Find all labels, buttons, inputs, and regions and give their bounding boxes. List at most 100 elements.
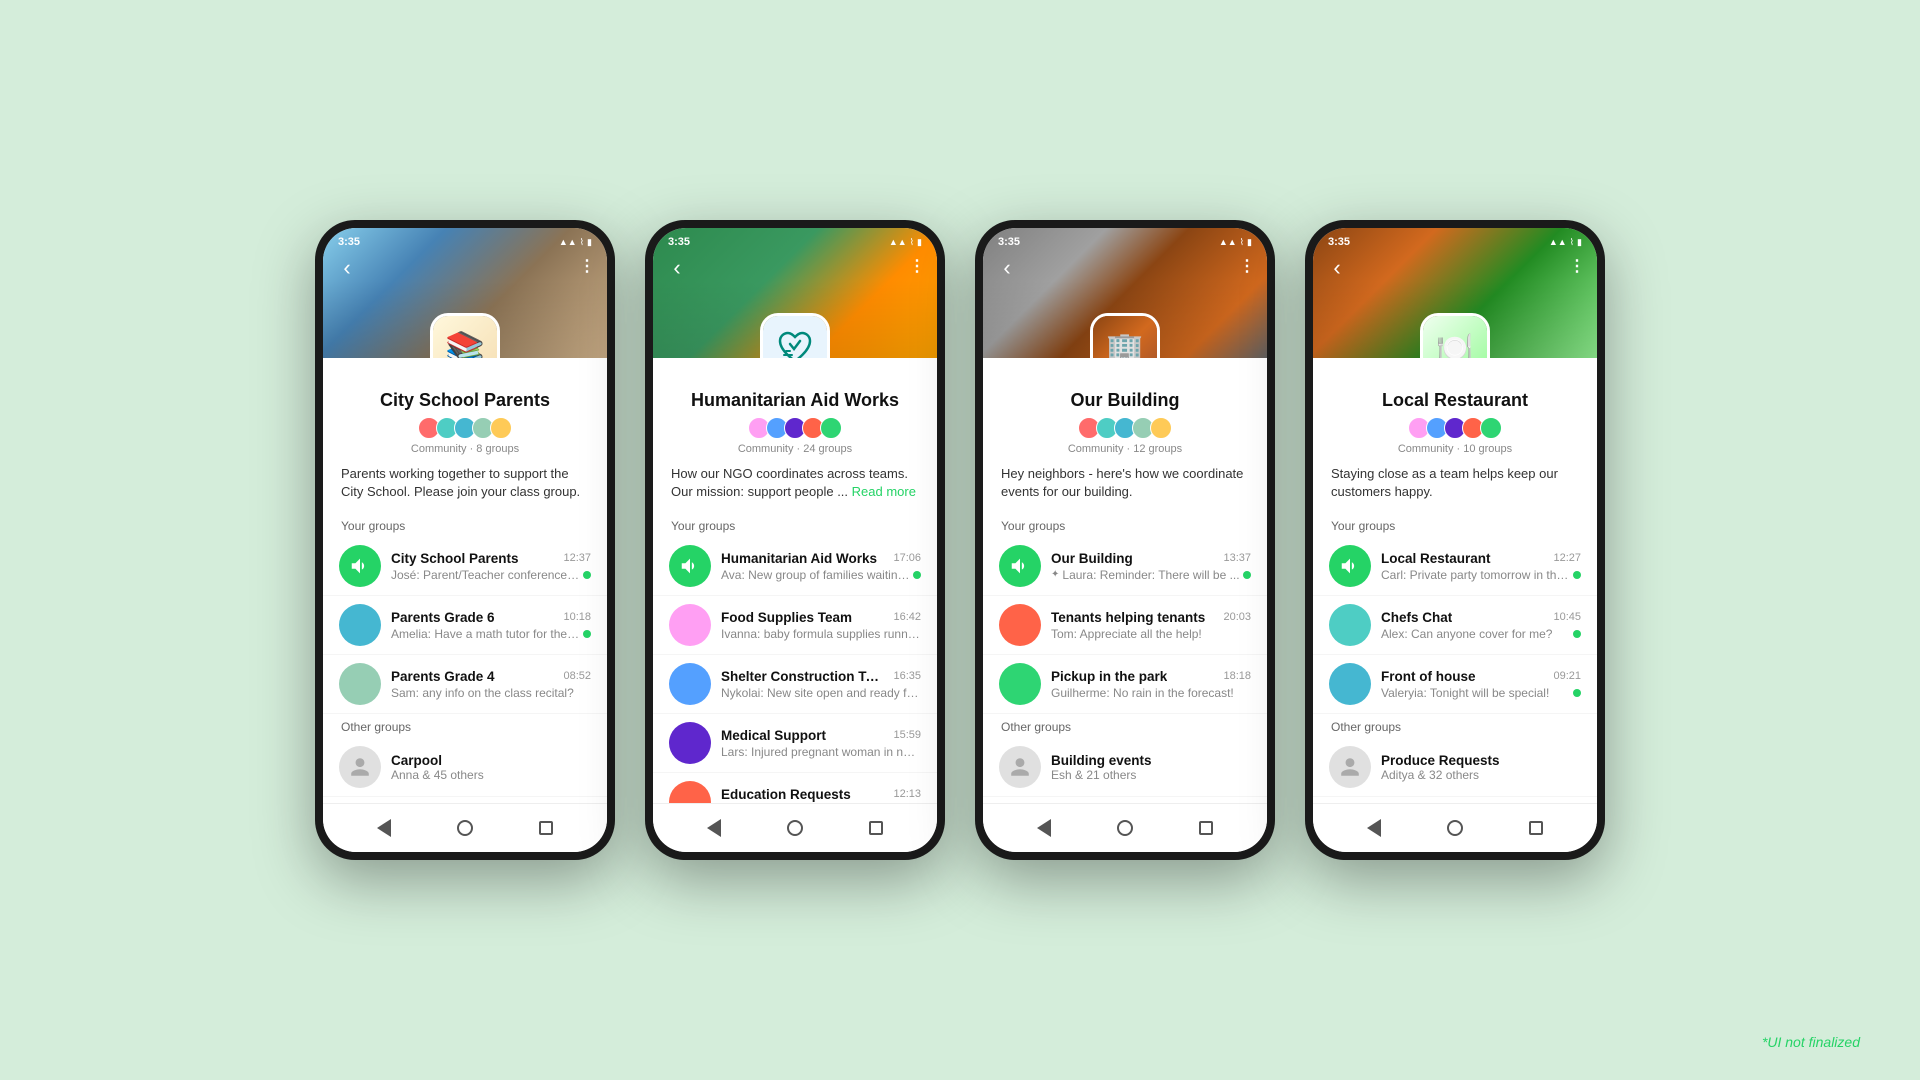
chat-name: Our Building xyxy=(1051,551,1133,566)
status-bar: 3:35 ▲▲ ⌇ ▮ xyxy=(668,236,922,248)
status-icons: ▲▲ ⌇ ▮ xyxy=(1549,237,1582,248)
home-nav-button[interactable] xyxy=(1111,814,1139,842)
chat-time: 17:06 xyxy=(893,552,921,564)
chat-avatar xyxy=(339,663,381,705)
chat-preview: Tom: Appreciate all the help! xyxy=(1051,627,1251,641)
back-nav-button[interactable] xyxy=(370,814,398,842)
other-group-name: Carpool xyxy=(391,753,551,768)
chat-item-1[interactable]: Tenants helping tenants 20:03 Tom: Appre… xyxy=(983,596,1267,655)
other-group-info: Building events Esh & 21 others xyxy=(1051,753,1251,782)
home-nav-button[interactable] xyxy=(451,814,479,842)
chat-item-2[interactable]: Shelter Construction Team 16:35 Nykolai:… xyxy=(653,655,937,714)
disclaimer-text: *UI not finalized xyxy=(1762,1034,1860,1050)
back-nav-icon xyxy=(1367,819,1381,837)
other-groups-label: Other groups xyxy=(323,714,607,738)
chat-item-1[interactable]: Food Supplies Team 16:42 Ivanna: baby fo… xyxy=(653,596,937,655)
chat-avatar xyxy=(999,663,1041,705)
back-button[interactable] xyxy=(665,256,689,280)
chat-avatar xyxy=(999,604,1041,646)
preview-text: Carl: Private party tomorrow in the ... xyxy=(1381,568,1570,582)
status-time: 3:35 xyxy=(668,236,690,248)
read-more-link[interactable]: Read more xyxy=(852,484,916,499)
your-groups-label: Your groups xyxy=(983,513,1267,537)
chat-name: Food Supplies Team xyxy=(721,610,852,625)
community-meta: Community · 12 groups xyxy=(983,443,1267,455)
other-group-item-0[interactable]: Produce Requests Aditya & 32 others xyxy=(1313,738,1597,797)
other-group-info: Carpool Anna & 45 others xyxy=(391,753,591,782)
chat-item-1[interactable]: Parents Grade 6 10:18 Amelia: Have a mat… xyxy=(323,596,607,655)
chat-avatar xyxy=(669,781,711,803)
your-groups-label: Your groups xyxy=(323,513,607,537)
header-image-our-building: 3:35 ▲▲ ⌇ ▮ ⋮ 🏢 xyxy=(983,228,1267,358)
chat-item-3[interactable]: Medical Support 15:59 Lars: Injured preg… xyxy=(653,714,937,773)
home-nav-icon xyxy=(1447,820,1463,836)
star-icon: ✦ xyxy=(1051,569,1059,580)
recents-nav-button[interactable] xyxy=(1522,814,1550,842)
chat-name-row: Local Restaurant 12:27 xyxy=(1381,551,1581,566)
phone-inner-humanitarian: 3:35 ▲▲ ⌇ ▮ ⋮ xyxy=(653,228,937,852)
other-group-name: Building events xyxy=(1051,753,1211,768)
recents-nav-button[interactable] xyxy=(532,814,560,842)
back-nav-button[interactable] xyxy=(700,814,728,842)
signal-icon: ▲▲ xyxy=(1219,237,1237,247)
status-time: 3:35 xyxy=(998,236,1020,248)
chat-item-0[interactable]: City School Parents 12:37 José: Parent/T… xyxy=(323,537,607,596)
chat-name-row: Medical Support 15:59 xyxy=(721,728,921,743)
chat-preview: José: Parent/Teacher conferences ... xyxy=(391,568,591,582)
chat-item-0[interactable]: Local Restaurant 12:27 Carl: Private par… xyxy=(1313,537,1597,596)
chat-item-1[interactable]: Chefs Chat 10:45 Alex: Can anyone cover … xyxy=(1313,596,1597,655)
home-nav-button[interactable] xyxy=(781,814,809,842)
signal-icon: ▲▲ xyxy=(559,237,577,247)
chat-name-row: Pickup in the park 18:18 xyxy=(1051,669,1251,684)
chat-item-2[interactable]: Parents Grade 4 08:52 Sam: any info on t… xyxy=(323,655,607,714)
home-nav-button[interactable] xyxy=(1441,814,1469,842)
more-button[interactable]: ⋮ xyxy=(1569,256,1585,276)
other-group-avatar xyxy=(999,746,1041,788)
chat-item-4[interactable]: Education Requests 12:13 Anna: Temporary… xyxy=(653,773,937,803)
group-icon-city-school: 📚 xyxy=(430,313,500,358)
other-group-item-0[interactable]: Building events Esh & 21 others xyxy=(983,738,1267,797)
chat-info: Our Building 13:37 ✦ Laura: Reminder: Th… xyxy=(1051,551,1251,582)
back-button[interactable] xyxy=(995,256,1019,280)
chat-name: Chefs Chat xyxy=(1381,610,1452,625)
more-button[interactable]: ⋮ xyxy=(579,256,595,276)
community-description: How our NGO coordinates across teams. Ou… xyxy=(653,465,937,501)
community-meta: Community · 8 groups xyxy=(323,443,607,455)
chat-time: 12:37 xyxy=(563,552,591,564)
phone-our-building: 3:35 ▲▲ ⌇ ▮ ⋮ 🏢 Our Building xyxy=(975,220,1275,860)
chat-preview: Nykolai: New site open and ready for ... xyxy=(721,686,921,700)
recents-nav-icon xyxy=(539,821,553,835)
chat-info: Parents Grade 6 10:18 Amelia: Have a mat… xyxy=(391,610,591,641)
other-group-item-0[interactable]: Carpool Anna & 45 others xyxy=(323,738,607,797)
chat-info: Tenants helping tenants 20:03 Tom: Appre… xyxy=(1051,610,1251,641)
back-nav-button[interactable] xyxy=(1030,814,1058,842)
community-title: Our Building xyxy=(983,390,1267,411)
status-icons: ▲▲ ⌇ ▮ xyxy=(559,237,592,248)
recents-nav-button[interactable] xyxy=(862,814,890,842)
chat-item-0[interactable]: Our Building 13:37 ✦ Laura: Reminder: Th… xyxy=(983,537,1267,596)
chat-avatar xyxy=(669,722,711,764)
community-title: City School Parents xyxy=(323,390,607,411)
chat-name: Medical Support xyxy=(721,728,826,743)
chat-avatar xyxy=(339,604,381,646)
chat-time: 08:52 xyxy=(563,670,591,682)
chat-name-row: Front of house 09:21 xyxy=(1381,669,1581,684)
chat-item-0[interactable]: Humanitarian Aid Works 17:06 Ava: New gr… xyxy=(653,537,937,596)
preview-text: Guilherme: No rain in the forecast! xyxy=(1051,686,1251,700)
chat-item-2[interactable]: Pickup in the park 18:18 Guilherme: No r… xyxy=(983,655,1267,714)
status-icons: ▲▲ ⌇ ▮ xyxy=(1219,237,1252,248)
chat-name-row: Food Supplies Team 16:42 xyxy=(721,610,921,625)
your-groups-label: Your groups xyxy=(653,513,937,537)
recents-nav-button[interactable] xyxy=(1192,814,1220,842)
online-indicator xyxy=(1243,571,1251,579)
back-button[interactable] xyxy=(1325,256,1349,280)
other-group-info: Produce Requests Aditya & 32 others xyxy=(1381,753,1581,782)
more-button[interactable]: ⋮ xyxy=(1239,256,1255,276)
back-button[interactable] xyxy=(335,256,359,280)
group-icon-humanitarian xyxy=(760,313,830,358)
back-nav-button[interactable] xyxy=(1360,814,1388,842)
online-indicator xyxy=(583,571,591,579)
chat-item-2[interactable]: Front of house 09:21 Valeryia: Tonight w… xyxy=(1313,655,1597,714)
more-button[interactable]: ⋮ xyxy=(909,256,925,276)
community-meta: Community · 10 groups xyxy=(1313,443,1597,455)
